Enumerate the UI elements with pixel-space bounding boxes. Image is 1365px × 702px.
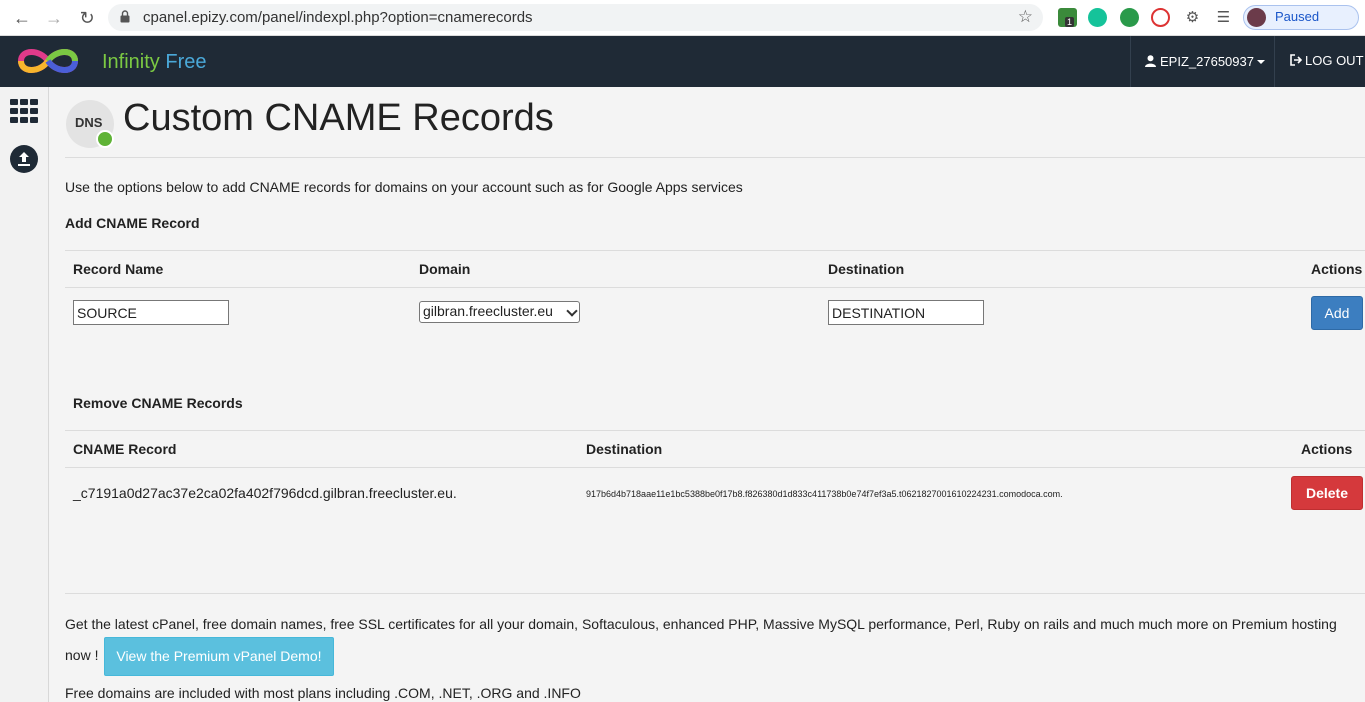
extension-badge: 1 — [1065, 17, 1075, 27]
column-header-destination: Destination — [828, 261, 905, 277]
column-header-destination: Destination — [586, 441, 663, 457]
brand-name[interactable]: Infinity Free — [102, 51, 207, 74]
upload-icon[interactable] — [10, 145, 38, 173]
add-button[interactable]: Add — [1311, 296, 1363, 330]
puzzle-icon[interactable]: ⚙ — [1183, 8, 1202, 27]
grammarly-icon[interactable] — [1088, 8, 1107, 27]
pencil-icon — [96, 130, 114, 148]
reload-icon[interactable]: ↻ — [76, 7, 98, 29]
divider — [65, 467, 1365, 468]
logout-label: LOG OUT — [1305, 53, 1364, 68]
intro-text: Use the options below to add CNAME recor… — [65, 179, 743, 195]
shield-extension-icon[interactable]: 1 — [1058, 8, 1077, 27]
user-menu[interactable]: EPIZ_27650937 — [1130, 36, 1275, 87]
page-title: Custom CNAME Records — [123, 97, 554, 139]
chevron-down-icon — [566, 305, 578, 317]
profile-paused-button[interactable]: Paused — [1243, 5, 1359, 30]
destination-input[interactable] — [828, 300, 984, 325]
paused-label: Paused — [1275, 9, 1320, 24]
apps-grid-icon[interactable] — [10, 99, 38, 123]
free-domains-text: Free domains are included with most plan… — [65, 685, 581, 701]
user-icon — [1145, 55, 1156, 67]
column-header-domain: Domain — [419, 261, 471, 277]
delete-button[interactable]: Delete — [1291, 476, 1363, 510]
main-content: DNS Custom CNAME Records Use the options… — [49, 87, 1365, 702]
dns-badge-text: DNS — [75, 115, 103, 130]
column-header-actions: Actions — [1311, 261, 1363, 277]
back-arrow-icon[interactable]: ← — [11, 7, 33, 29]
url-text: cpanel.epizy.com/panel/indexpl.php?optio… — [143, 9, 533, 26]
lock-icon — [120, 10, 130, 23]
add-section-title: Add CNAME Record — [65, 215, 200, 231]
column-header-actions: Actions — [1301, 441, 1353, 457]
remove-section-title: Remove CNAME Records — [73, 395, 243, 411]
dns-icon: DNS — [66, 100, 114, 148]
divider — [65, 287, 1365, 288]
brand-word-free: Free — [165, 51, 207, 73]
divider — [65, 157, 1365, 158]
divider — [65, 430, 1365, 431]
avatar — [1247, 8, 1266, 27]
premium-demo-button[interactable]: View the Premium vPanel Demo! — [104, 637, 334, 676]
logout-icon — [1290, 54, 1302, 66]
tripadvisor-icon[interactable] — [1120, 8, 1139, 27]
domain-select[interactable]: gilbran.freecluster.eu — [419, 301, 580, 323]
column-header-record-name: Record Name — [73, 261, 164, 277]
infinity-extension-icon[interactable] — [1151, 8, 1170, 27]
forward-arrow-icon[interactable]: → — [43, 7, 65, 29]
infinity-logo-icon[interactable] — [13, 44, 83, 78]
sidebar — [0, 87, 49, 702]
domain-select-value: gilbran.freecluster.eu — [423, 303, 553, 319]
cname-record-value: _c7191a0d27ac37e2ca02fa402f796dcd.gilbra… — [73, 485, 457, 501]
playlist-icon[interactable]: ☰ — [1214, 8, 1233, 27]
address-bar[interactable]: cpanel.epizy.com/panel/indexpl.php?optio… — [108, 4, 1043, 31]
chevron-down-icon — [1257, 60, 1265, 64]
promo-text: Get the latest cPanel, free domain names… — [65, 612, 1355, 676]
app-header: Infinity Free EPIZ_27650937 LOG OUT — [0, 36, 1365, 87]
record-name-input[interactable] — [73, 300, 229, 325]
cname-destination-value: 917b6d4b718aae11e1bc5388be0f17b8.f826380… — [586, 489, 1063, 499]
column-header-cname-record: CNAME Record — [73, 441, 177, 457]
brand-word-infinity: Infinity — [102, 51, 160, 73]
browser-toolbar: ← → ↻ cpanel.epizy.com/panel/indexpl.php… — [0, 0, 1365, 36]
divider — [65, 250, 1365, 251]
divider — [65, 593, 1365, 594]
username: EPIZ_27650937 — [1160, 54, 1254, 69]
bookmark-star-icon[interactable]: ☆ — [1018, 7, 1033, 27]
logout-link[interactable]: LOG OUT — [1290, 53, 1364, 68]
